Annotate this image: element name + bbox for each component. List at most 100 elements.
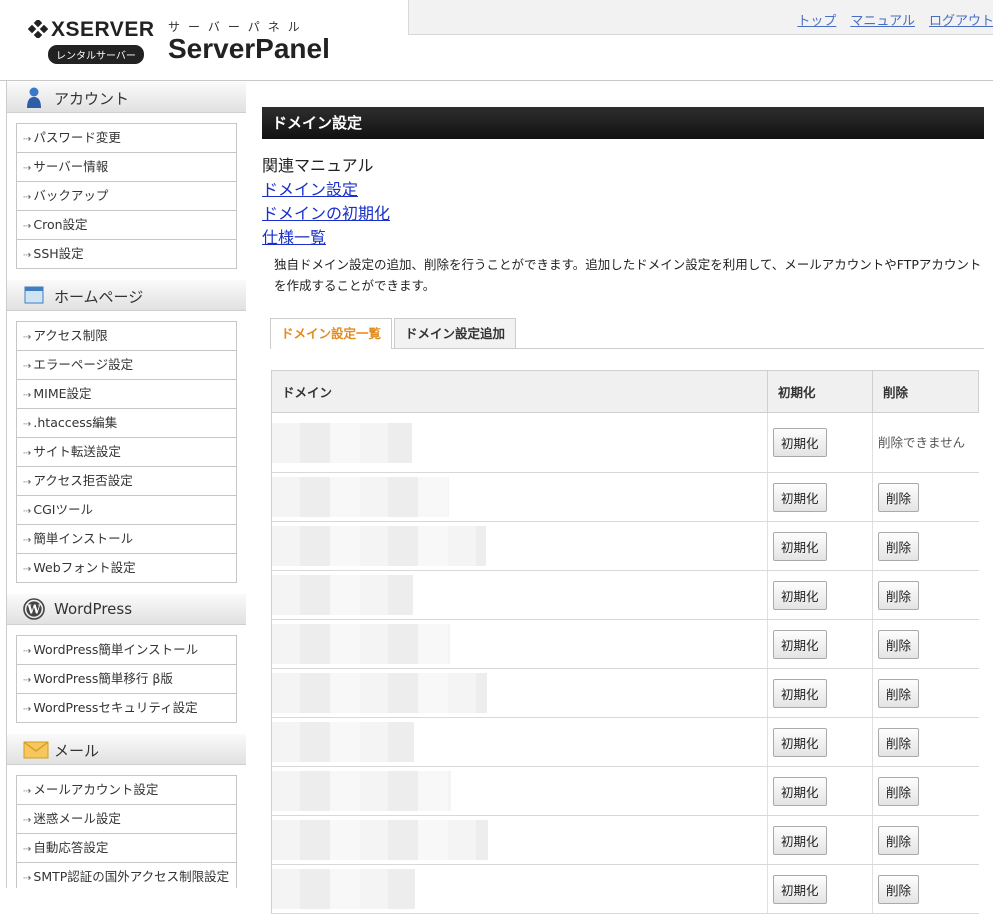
delete-button[interactable]: 削除 (878, 580, 920, 610)
domain-cell (271, 472, 768, 522)
sidebar-item[interactable]: ⇢ サーバー情報 (17, 153, 236, 182)
panel-name: ServerPanel (168, 33, 330, 64)
sidebar-item[interactable]: ⇢ .htaccess編集 (17, 409, 236, 438)
sidebar-item[interactable]: ⇢ 迷惑メール設定 (17, 805, 236, 834)
table-row: 初期化 削除できません (271, 412, 979, 473)
sidebar-section-header: アカウント (7, 81, 246, 113)
manual-link-domain-settings[interactable]: ドメイン設定 (262, 178, 984, 202)
init-cell: 初期化 (767, 815, 873, 865)
delete-cell: 削除 (872, 717, 979, 767)
init-button[interactable]: 初期化 (773, 428, 827, 457)
cannot-delete-text: 削除できません (878, 434, 966, 450)
delete-button[interactable]: 削除 (878, 629, 920, 659)
delete-button[interactable]: 削除 (878, 727, 920, 757)
init-button[interactable]: 初期化 (773, 678, 827, 708)
sidebar-item[interactable]: ⇢ サイト転送設定 (17, 438, 236, 467)
arrow-icon: ⇢ (23, 419, 32, 430)
sidebar-section-body: ⇢ パスワード変更 ⇢ サーバー情報 ⇢ バックアップ ⇢ Cron設定 ⇢ SSH設定 (7, 113, 246, 279)
init-cell: 初期化 (767, 864, 873, 914)
sidebar-item-label: サーバー情報 (33, 159, 109, 174)
delete-button[interactable]: 削除 (878, 874, 920, 904)
sidebar-item[interactable]: ⇢ WordPressセキュリティ設定 (17, 694, 236, 723)
manual-link-spec-list[interactable]: 仕様一覧 (262, 226, 984, 250)
sidebar-menu: ⇢ アクセス制限 ⇢ エラーページ設定 ⇢ MIME設定 ⇢ .htaccess編集 ⇢ サイト転… (16, 321, 237, 583)
delete-cell: 削除 (872, 668, 979, 718)
sidebar-item-label: WordPress簡単インストール (33, 642, 199, 657)
init-button[interactable]: 初期化 (773, 531, 827, 561)
sidebar-section-title: メール (54, 742, 100, 760)
sidebar-item-label: SMTP認証の国外アクセス制限設定 (33, 869, 230, 884)
top-links: トップ マニュアル ログアウト (783, 10, 993, 29)
delete-cell: 削除 (872, 766, 979, 816)
arrow-icon: ⇢ (23, 873, 32, 884)
init-button[interactable]: 初期化 (773, 727, 827, 757)
init-button[interactable]: 初期化 (773, 629, 827, 659)
tab-domain-add[interactable]: ドメイン設定追加 (394, 318, 517, 348)
delete-cell: 削除 (872, 472, 979, 522)
top-link[interactable]: トップ (797, 14, 836, 29)
init-button[interactable]: 初期化 (773, 825, 827, 855)
sidebar-item[interactable]: ⇢ CGIツール (17, 496, 236, 525)
delete-button[interactable]: 削除 (878, 482, 920, 512)
sidebar-item-label: パスワード変更 (33, 130, 121, 145)
sidebar-item[interactable]: ⇢ Webフォント設定 (17, 554, 236, 583)
arrow-icon: ⇢ (23, 192, 32, 203)
sidebar-menu: ⇢ パスワード変更 ⇢ サーバー情報 ⇢ バックアップ ⇢ Cron設定 ⇢ SSH設定 (16, 123, 237, 269)
delete-button[interactable]: 削除 (878, 678, 920, 708)
page-title: ドメイン設定 (262, 107, 984, 139)
sidebar-item[interactable]: ⇢ WordPress簡単インストール (17, 636, 236, 665)
init-cell: 初期化 (767, 521, 873, 571)
manual-link[interactable]: マニュアル (850, 14, 915, 29)
domain-cell (271, 521, 768, 571)
delete-cell: 削除 (872, 815, 979, 865)
redacted-domain (272, 422, 412, 463)
sidebar-item[interactable]: ⇢ パスワード変更 (17, 124, 236, 153)
sidebar-item[interactable]: ⇢ エラーページ設定 (17, 351, 236, 380)
tab-bar: ドメイン設定一覧 ドメイン設定追加 (270, 318, 984, 349)
sidebar-section-title: WordPress (54, 600, 133, 618)
header: XSERVER レンタルサーバー サーバーパネル ServerPanel トップ… (0, 0, 993, 81)
person-icon (23, 86, 45, 108)
xserver-logo[interactable]: XSERVER レンタルサーバー (28, 18, 158, 66)
arrow-icon: ⇢ (23, 477, 32, 488)
table-row: 初期化 削除 (271, 766, 979, 816)
sidebar-section-header: メール (7, 733, 246, 765)
init-button[interactable]: 初期化 (773, 874, 827, 904)
domain-cell (271, 619, 768, 669)
sidebar-item[interactable]: ⇢ 自動応答設定 (17, 834, 236, 863)
table-header-row: ドメイン 初期化 削除 (271, 370, 979, 413)
init-button[interactable]: 初期化 (773, 580, 827, 610)
arrow-icon: ⇢ (23, 646, 32, 657)
arrow-icon: ⇢ (23, 815, 32, 826)
sidebar-section-title: ホームページ (54, 288, 144, 306)
sidebar-item[interactable]: ⇢ バックアップ (17, 182, 236, 211)
tab-domain-list[interactable]: ドメイン設定一覧 (270, 318, 393, 349)
arrow-icon: ⇢ (23, 535, 32, 546)
sidebar-item[interactable]: ⇢ Cron設定 (17, 211, 236, 240)
sidebar-item[interactable]: ⇢ SMTP認証の国外アクセス制限設定 (17, 863, 236, 888)
sidebar-item[interactable]: ⇢ SSH設定 (17, 240, 236, 269)
wordpress-icon: W (23, 598, 45, 620)
sidebar-item[interactable]: ⇢ アクセス制限 (17, 322, 236, 351)
sidebar-item[interactable]: ⇢ アクセス拒否設定 (17, 467, 236, 496)
init-button[interactable]: 初期化 (773, 482, 827, 512)
delete-button[interactable]: 削除 (878, 531, 920, 561)
init-button[interactable]: 初期化 (773, 776, 827, 806)
main-content: ドメイン設定 関連マニュアル ドメイン設定 ドメインの初期化 仕様一覧 独自ドメ… (262, 107, 984, 914)
domain-cell (271, 412, 768, 473)
logout-link[interactable]: ログアウト (929, 14, 993, 29)
redacted-domain (272, 722, 414, 762)
sidebar-item[interactable]: ⇢ 簡単インストール (17, 525, 236, 554)
sidebar-item[interactable]: ⇢ メールアカウント設定 (17, 776, 236, 805)
sidebar-item[interactable]: ⇢ WordPress簡単移行 β版 (17, 665, 236, 694)
sidebar-item[interactable]: ⇢ MIME設定 (17, 380, 236, 409)
delete-button[interactable]: 削除 (878, 825, 920, 855)
sidebar-item-label: Webフォント設定 (33, 560, 136, 575)
brand-name: XSERVER (51, 18, 155, 41)
related-manuals: 関連マニュアル ドメイン設定 ドメインの初期化 仕様一覧 (262, 154, 984, 250)
table-row: 初期化 削除 (271, 717, 979, 767)
manual-link-domain-init[interactable]: ドメインの初期化 (262, 202, 984, 226)
delete-button[interactable]: 削除 (878, 776, 920, 806)
table-row: 初期化 削除 (271, 668, 979, 718)
panel-title: サーバーパネル ServerPanel (168, 18, 330, 65)
